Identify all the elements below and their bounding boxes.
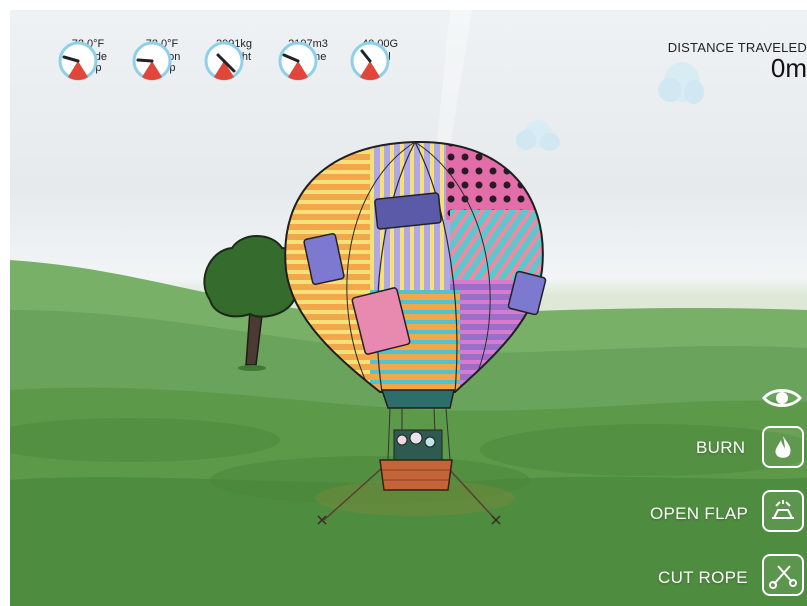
eye-icon[interactable] (762, 386, 802, 410)
gauge-volume: 2197m3 Volume (278, 38, 338, 81)
open-flap-label: OPEN FLAP (650, 504, 749, 523)
cut-rope-label: CUT ROPE (658, 568, 748, 587)
gauge-outside-temp: 72.0°F Outside Temp (58, 38, 118, 81)
scissors-icon (769, 565, 797, 589)
cut-rope-button[interactable] (762, 554, 804, 596)
game-scene: 72.0°F Outside Temp 72.0°F Balloon Temp … (10, 10, 807, 606)
flap-icon (772, 500, 794, 519)
burn-button[interactable] (762, 426, 804, 468)
gauge-icon (58, 41, 98, 81)
flame-icon (775, 436, 791, 458)
open-flap-button[interactable] (762, 490, 804, 532)
gauge-icon (350, 41, 390, 81)
gauge-icon (204, 41, 244, 81)
gauge-icon (278, 41, 318, 81)
burn-label: BURN (696, 438, 746, 457)
cloud-icon (516, 120, 560, 151)
distance-value: 0m (770, 53, 807, 83)
gauge-fuel: 40.00G Fuel (350, 38, 410, 81)
gauge-balloon-temp: 72.0°F Balloon Temp (132, 38, 192, 81)
gauge-weight: 2991kg Weight (204, 38, 264, 81)
distance-readout: DISTANCE TRAVELED 0m (668, 40, 807, 81)
gauge-icon (132, 41, 172, 81)
